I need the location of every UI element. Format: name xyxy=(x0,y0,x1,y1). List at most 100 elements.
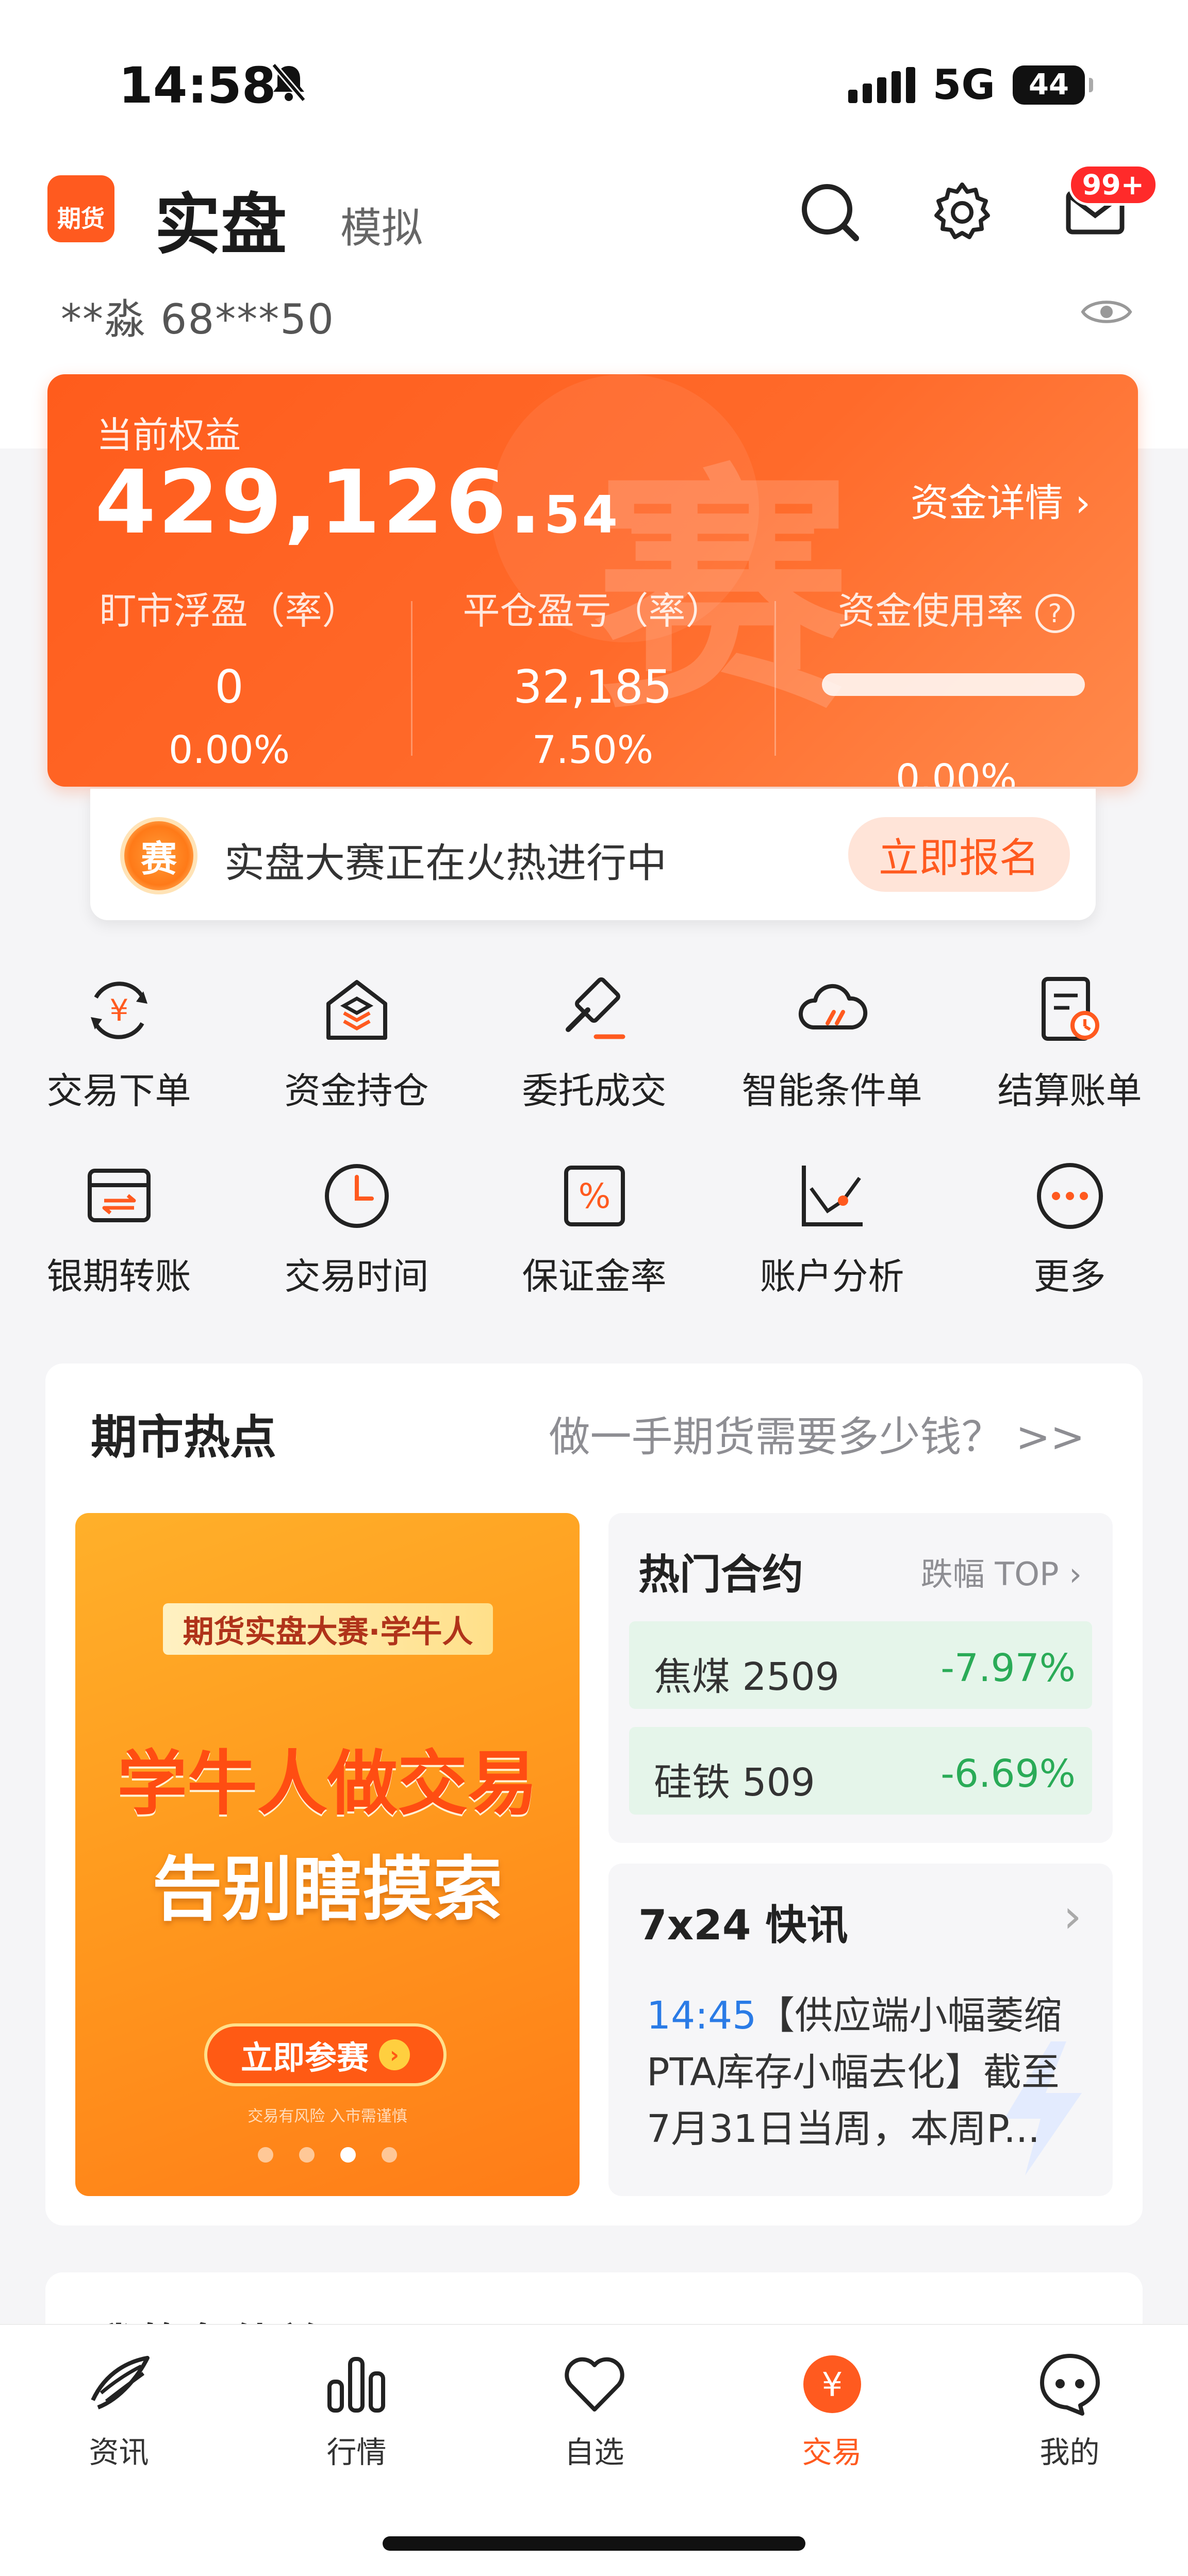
join-contest-label: 立即参赛 xyxy=(240,2039,369,2076)
gavel-icon xyxy=(553,969,636,1052)
fund-usage-bar xyxy=(822,673,1085,696)
svg-text:¥: ¥ xyxy=(109,993,128,1028)
carousel-dots[interactable] xyxy=(75,2147,580,2163)
menu-funds-positions[interactable]: 资金持仓 xyxy=(238,969,475,1114)
equity-value-decimal: 54 xyxy=(543,485,620,545)
risk-note: 交易有风险 入市需谨慎 xyxy=(248,2107,407,2125)
menu-account-analysis[interactable]: 账户分析 xyxy=(713,1155,951,1300)
search-icon[interactable] xyxy=(793,175,865,247)
promo-ribbon: 期货实盘大赛·学牛人 xyxy=(163,1603,493,1655)
contest-banner[interactable]: 赛 实盘大赛正在火热进行中 立即报名 xyxy=(90,789,1096,920)
cloud-icon xyxy=(791,969,873,1052)
menu-smart-conditional[interactable]: 智能条件单 xyxy=(713,969,951,1114)
tab-sim[interactable]: 模拟 xyxy=(340,195,423,255)
tab-real[interactable]: 实盘 xyxy=(155,171,287,267)
news-time: 14:45 xyxy=(647,1993,757,2038)
status-time: 14:58 xyxy=(119,57,276,114)
svg-text:%: % xyxy=(578,1176,610,1216)
tab-watchlist[interactable]: 自选 xyxy=(475,2346,713,2471)
promo-banner[interactable]: 期货实盘大赛·学牛人 学牛人做交易 告别瞎摸索 立即参赛 › 交易有风险 入市需… xyxy=(75,1513,580,2196)
menu-label: 银期转账 xyxy=(46,1255,191,1298)
ghost-face-icon xyxy=(1031,2346,1109,2423)
network-label: 5G xyxy=(932,61,995,109)
app-logo: 期货 xyxy=(47,175,114,242)
news-title: 7x24 快讯 xyxy=(638,1901,848,1949)
tab-market[interactable]: 行情 xyxy=(238,2346,475,2471)
chevron-right-icon: › xyxy=(379,2039,410,2070)
join-contest-button[interactable]: 立即参赛 › xyxy=(204,2023,447,2086)
tab-label: 行情 xyxy=(326,2435,387,2470)
tab-profile[interactable]: 我的 xyxy=(951,2346,1188,2471)
menu-label: 账户分析 xyxy=(760,1255,904,1298)
floating-pnl-value: 0 xyxy=(214,660,244,713)
promo-headline: 学牛人做交易 xyxy=(117,1743,538,1825)
menu-trading-hours[interactable]: 交易时间 xyxy=(238,1155,475,1300)
menu-trade-order[interactable]: ¥ 交易下单 xyxy=(0,969,238,1114)
menu-label: 交易时间 xyxy=(284,1255,429,1298)
equity-value: 429,126.54 xyxy=(95,452,620,554)
mail-icon[interactable]: 99+ xyxy=(1059,164,1158,247)
equity-value-main: 429,126. xyxy=(95,452,544,554)
register-button[interactable]: 立即报名 xyxy=(848,817,1070,892)
equity-label: 当前权益 xyxy=(96,414,241,456)
hot-contracts[interactable]: 热门合约 跌幅 TOP › 焦煤 2509 -7.97% 硅铁 509 -6.6… xyxy=(608,1513,1113,1843)
status-indicators: 5G 44 xyxy=(848,61,1093,109)
chevron-right-icon: › xyxy=(1069,1555,1082,1593)
line-chart-icon xyxy=(791,1155,873,1237)
menu-label: 更多 xyxy=(1033,1255,1106,1298)
contract-name: 硅铁 509 xyxy=(654,1760,815,1805)
cost-link[interactable]: 做一手期货需要多少钱？ >> xyxy=(549,1404,1085,1464)
promo-subheadline: 告别瞎摸索 xyxy=(152,1849,503,1931)
news-flash[interactable]: 7x24 快讯 › 14:45【供应端小幅萎缩 PTA库存小幅去化】截至7月31… xyxy=(608,1864,1113,2196)
percent-icon: % xyxy=(553,1155,636,1237)
menu-label: 委托成交 xyxy=(522,1070,667,1112)
menu-label: 结算账单 xyxy=(997,1070,1142,1112)
menu-label: 保证金率 xyxy=(522,1255,667,1298)
eye-icon[interactable] xyxy=(1081,294,1132,330)
tab-label: 自选 xyxy=(564,2435,624,2470)
bill-search-icon xyxy=(1029,969,1111,1052)
chevron-right-icon[interactable]: › xyxy=(1063,1889,1082,1943)
news-feather-icon xyxy=(80,2346,158,2423)
section-title: 期市热点 xyxy=(91,1410,276,1465)
menu-bank-transfer[interactable]: 银期转账 xyxy=(0,1155,238,1300)
floating-pnl-rate: 0.00% xyxy=(168,728,290,772)
home-indicator xyxy=(383,2536,805,2551)
fund-detail-link[interactable]: 资金详情 › xyxy=(911,472,1091,527)
menu-margin-rate[interactable]: % 保证金率 xyxy=(475,1155,713,1300)
stack-house-icon xyxy=(316,969,398,1052)
carousel-dot-active[interactable] xyxy=(340,2147,356,2163)
closed-pnl-value: 32,185 xyxy=(513,660,672,713)
menu-more[interactable]: 更多 xyxy=(951,1155,1188,1300)
news-item[interactable]: 14:45【供应端小幅萎缩 PTA库存小幅去化】截至7月31日当周，本周P... xyxy=(647,1987,1080,2157)
menu-label: 资金持仓 xyxy=(284,1070,429,1112)
carousel-dot[interactable] xyxy=(299,2147,315,2163)
menu-orders-fills[interactable]: 委托成交 xyxy=(475,969,713,1114)
fund-usage-label: 资金使用率 xyxy=(838,589,1024,633)
battery-icon: 44 xyxy=(1013,65,1093,105)
yuan-circle-icon: ¥ xyxy=(794,2346,871,2423)
carousel-dot[interactable] xyxy=(258,2147,273,2163)
contest-icon: 赛 xyxy=(120,817,197,894)
help-icon[interactable]: ? xyxy=(1035,594,1075,634)
tab-trade[interactable]: ¥ 交易 xyxy=(713,2346,951,2471)
contest-text: 实盘大赛正在火热进行中 xyxy=(224,840,667,887)
bar-chart-icon xyxy=(318,2346,395,2423)
contract-change: -6.69% xyxy=(940,1752,1076,1796)
fund-usage-title: 资金使用率 ? xyxy=(774,580,1138,635)
closed-pnl-title: 平仓盈亏（率） xyxy=(463,589,723,633)
tab-label: 我的 xyxy=(1040,2435,1100,2470)
menu-settlement[interactable]: 结算账单 xyxy=(951,969,1188,1114)
contract-row[interactable]: 硅铁 509 -6.69% xyxy=(629,1727,1092,1815)
tab-news[interactable]: 资讯 xyxy=(0,2346,238,2471)
fund-usage-rate: 0.00% xyxy=(895,756,1017,787)
account-id: **淼 68***50 xyxy=(61,295,335,343)
contract-row[interactable]: 焦煤 2509 -7.97% xyxy=(629,1621,1092,1709)
more-icon xyxy=(1029,1155,1111,1237)
gear-icon[interactable] xyxy=(926,175,998,247)
function-grid: ¥ 交易下单 资金持仓 委托成交 智能条件单 结算账单 银期转账 交易时间 % … xyxy=(0,969,1188,1330)
carousel-dot[interactable] xyxy=(382,2147,397,2163)
clock-icon xyxy=(316,1155,398,1237)
decline-top-link[interactable]: 跌幅 TOP › xyxy=(921,1548,1082,1594)
bell-off-icon xyxy=(271,63,307,102)
